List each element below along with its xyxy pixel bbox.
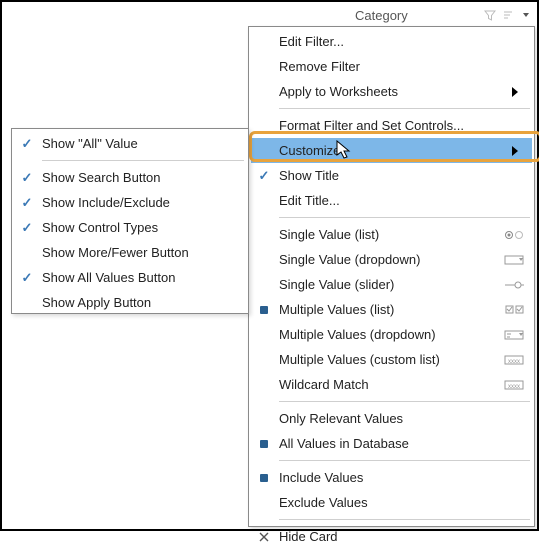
check-icon: ✓ [14, 136, 40, 152]
submenu-item-show-include-exclude[interactable]: ✓ Show Include/Exclude [14, 190, 246, 215]
separator [279, 108, 530, 109]
menu-dropdown-icon[interactable] [517, 6, 535, 24]
dropdown-list-icon [498, 329, 532, 341]
menu-item-single-slider[interactable]: Single Value (slider) [251, 272, 532, 297]
submenu-item-show-more-fewer[interactable]: Show More/Fewer Button [14, 240, 246, 265]
menu-item-hide-card[interactable]: Hide Card [251, 524, 532, 549]
menu-item-edit-filter[interactable]: Edit Filter... [251, 29, 532, 54]
context-menu: Edit Filter... Remove Filter Apply to Wo… [248, 26, 535, 527]
chevron-right-icon [498, 146, 532, 156]
close-icon [251, 532, 277, 542]
separator [279, 401, 530, 402]
header-title: Category [347, 8, 408, 23]
menu-item-exclude-values[interactable]: Exclude Values [251, 490, 532, 515]
slider-icon [498, 280, 532, 290]
customize-submenu: ✓ Show "All" Value ✓ Show Search Button … [11, 128, 249, 314]
bullet-icon [251, 440, 277, 448]
menu-item-multi-list[interactable]: Multiple Values (list) [251, 297, 532, 322]
submenu-item-show-search[interactable]: ✓ Show Search Button [14, 165, 246, 190]
check-icon: ✓ [14, 195, 40, 211]
separator [279, 519, 530, 520]
submenu-item-show-apply[interactable]: Show Apply Button [14, 290, 246, 315]
menu-item-remove-filter[interactable]: Remove Filter [251, 54, 532, 79]
chevron-right-icon [498, 87, 532, 97]
filter-icon[interactable] [481, 6, 499, 24]
menu-item-wildcard[interactable]: Wildcard Match xxxx [251, 372, 532, 397]
filter-card-header: Category [347, 4, 535, 27]
menu-item-show-title[interactable]: ✓ Show Title [251, 163, 532, 188]
radio-icon [498, 230, 532, 240]
check-icon: ✓ [14, 220, 40, 236]
menu-item-include-values[interactable]: Include Values [251, 465, 532, 490]
check-icon: ✓ [14, 170, 40, 186]
menu-item-single-dropdown[interactable]: Single Value (dropdown) [251, 247, 532, 272]
separator [42, 160, 244, 161]
check-icon: ✓ [251, 168, 277, 184]
bullet-icon [251, 306, 277, 314]
custom-list-icon: xxxx [498, 354, 532, 366]
checklist-icon [498, 305, 532, 315]
svg-text:xxxx: xxxx [508, 359, 520, 365]
separator [279, 460, 530, 461]
svg-text:xxxx: xxxx [508, 384, 520, 390]
menu-item-only-relevant[interactable]: Only Relevant Values [251, 406, 532, 431]
sort-icon[interactable] [499, 6, 517, 24]
check-icon: ✓ [14, 270, 40, 286]
menu-item-apply-worksheets[interactable]: Apply to Worksheets [251, 79, 532, 104]
menu-item-format-filter[interactable]: Format Filter and Set Controls... [251, 113, 532, 138]
menu-item-customize[interactable]: Customize [251, 138, 532, 163]
separator [279, 217, 530, 218]
menu-item-multi-dropdown[interactable]: Multiple Values (dropdown) [251, 322, 532, 347]
menu-item-edit-title[interactable]: Edit Title... [251, 188, 532, 213]
bullet-icon [251, 474, 277, 482]
wildcard-icon: xxxx [498, 379, 532, 391]
dropdown-icon [498, 254, 532, 266]
submenu-item-show-control-types[interactable]: ✓ Show Control Types [14, 215, 246, 240]
submenu-item-show-all[interactable]: ✓ Show "All" Value [14, 131, 246, 156]
menu-item-multi-custom[interactable]: Multiple Values (custom list) xxxx [251, 347, 532, 372]
submenu-item-show-all-values-btn[interactable]: ✓ Show All Values Button [14, 265, 246, 290]
menu-item-all-values-db[interactable]: All Values in Database [251, 431, 532, 456]
menu-item-single-list[interactable]: Single Value (list) [251, 222, 532, 247]
